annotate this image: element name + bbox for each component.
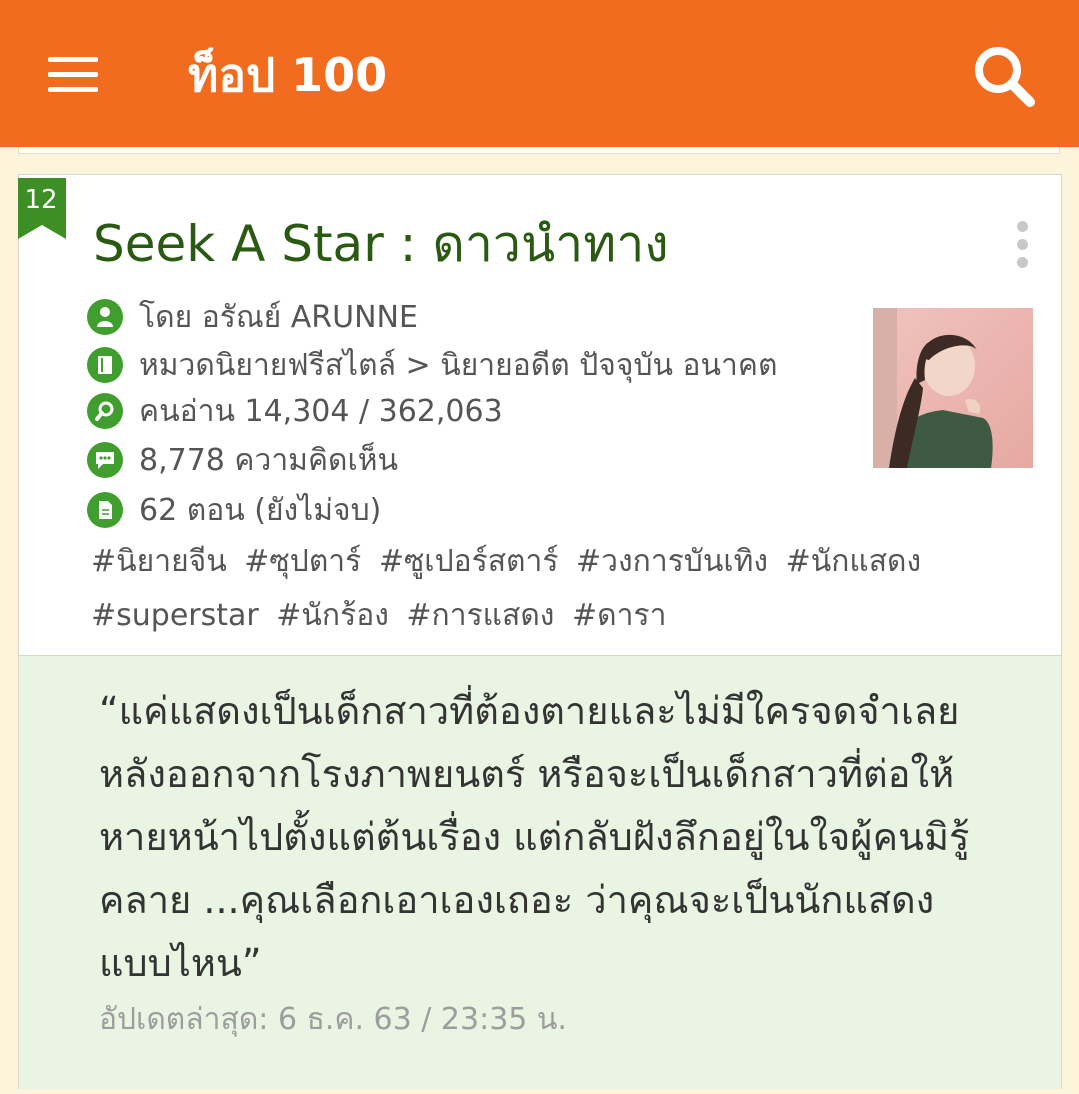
author-text: โดย อรัณย์ ARUNNE (139, 299, 418, 335)
top-app-bar: ท็อป 100 (0, 0, 1079, 147)
author-row[interactable]: โดย อรัณย์ ARUNNE (87, 295, 418, 339)
episodes-row: 62 ตอน (ยังไม่จบ) (87, 488, 381, 532)
tag-link[interactable]: #ดารา (572, 598, 666, 633)
category-row[interactable]: หมวดนิยายฟรีสไตล์ > นิยายอดีต ปัจจุบัน อ… (87, 343, 777, 387)
tag-link[interactable]: #การแสดง (406, 598, 554, 633)
hamburger-menu-icon[interactable] (40, 45, 106, 105)
search-icon[interactable] (966, 40, 1042, 110)
cover-image[interactable] (873, 308, 1033, 468)
person-icon (87, 299, 123, 335)
category-text: หมวดนิยายฟรีสไตล์ > นิยายอดีต ปัจจุบัน อ… (139, 347, 778, 383)
page-title: ท็อป 100 (188, 48, 388, 102)
book-icon (87, 347, 123, 383)
story-card[interactable]: 12 Seek A Star : ดาวนำทาง โดย อรัณย์ ARU… (18, 174, 1062, 1089)
tag-link[interactable]: #นิยายจีน (91, 544, 227, 579)
document-icon (87, 492, 123, 528)
comments-text: 8,778 ความคิดเห็น (139, 442, 399, 478)
rank-number: 12 (24, 185, 58, 215)
blurb-section[interactable]: “แค่แสดงเป็นเด็กสาวที่ต้องตายและไม่มีใคร… (19, 655, 1061, 1089)
story-title[interactable]: Seek A Star : ดาวนำทาง (93, 211, 669, 277)
tag-list: #นิยายจีน #ซุปตาร์ #ซูเปอร์สตาร์ #วงการบ… (91, 535, 991, 643)
comments-row: 8,778 ความคิดเห็น (87, 438, 398, 482)
previous-card-edge (18, 147, 1060, 154)
tag-link[interactable]: #ซูเปอร์สตาร์ (379, 544, 559, 579)
tag-link[interactable]: #นักแสดง (786, 544, 922, 579)
tag-link[interactable]: #ซุปตาร์ (244, 544, 361, 579)
tag-link[interactable]: #วงการบันเทิง (576, 544, 768, 579)
readers-text: คนอ่าน 14,304 / 362,063 (139, 393, 503, 429)
story-blurb: “แค่แสดงเป็นเด็กสาวที่ต้องตายและไม่มีใคร… (99, 689, 970, 985)
magnifier-icon (87, 393, 123, 429)
comment-bubble-icon (87, 442, 123, 478)
tag-link[interactable]: #นักร้อง (276, 598, 389, 633)
rank-ribbon: 12 (18, 178, 66, 239)
last-updated-text: อัปเดตล่าสุด: 6 ธ.ค. 63 / 23:35 น. (99, 1002, 567, 1037)
tag-link[interactable]: #superstar (91, 598, 259, 633)
readers-row: คนอ่าน 14,304 / 362,063 (87, 389, 503, 433)
episodes-text: 62 ตอน (ยังไม่จบ) (139, 492, 382, 528)
more-options-icon[interactable] (1011, 221, 1033, 269)
